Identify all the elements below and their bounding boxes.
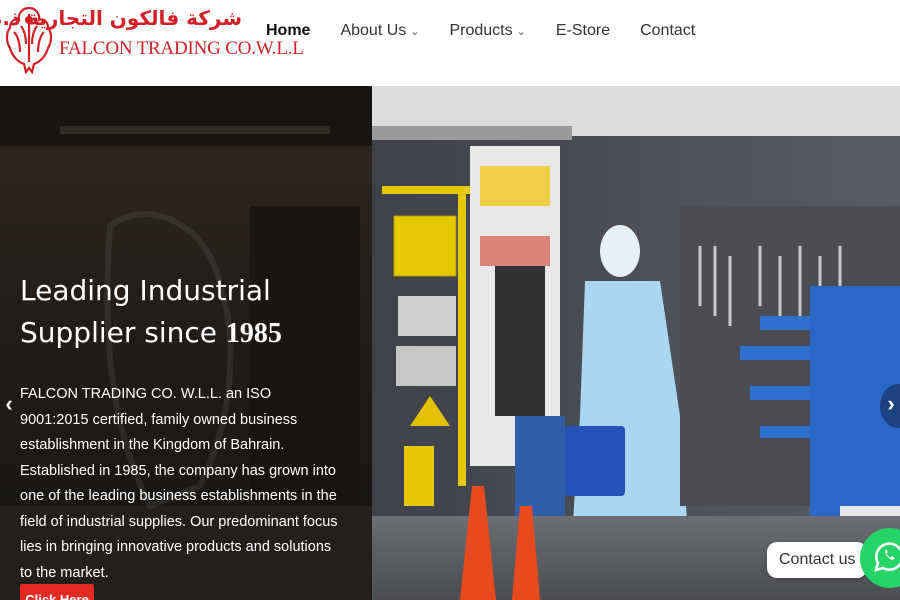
whatsapp-icon[interactable] <box>856 528 900 588</box>
nav-item-home[interactable]: Home <box>266 22 310 40</box>
nav-item-about-us[interactable]: About Us ⌄ <box>340 22 419 40</box>
nav-item-label: Contact <box>640 22 696 39</box>
hero-heading-line-2: Supplier since 1985 <box>20 312 282 355</box>
nav-item-products[interactable]: Products ⌄ <box>449 22 525 40</box>
hero-description: FALCON TRADING CO. W.L.L. an ISO 9001:20… <box>20 386 338 581</box>
chevron-left-icon[interactable]: ‹ <box>0 384 18 424</box>
brand-english-name: FALCON TRADING CO.W.L.L <box>59 38 304 59</box>
brand-arabic-name: شركة فالكون التجارية ذ.م.م <box>0 6 242 30</box>
hero-heading: Leading Industrial Supplier since 1985 <box>20 270 282 355</box>
hero-heading-line-1: Leading Industrial <box>20 274 271 307</box>
hero-heading-prefix: Supplier since <box>20 316 226 349</box>
site-header: شركة فالكون التجارية ذ.م.م FALCON TRADIN… <box>0 0 900 86</box>
hero-heading-year: 1985 <box>225 318 282 349</box>
nav-item-label: Home <box>266 22 311 39</box>
nav-item-label: About Us <box>340 22 407 39</box>
chevron-down-icon: ⌄ <box>516 25 526 38</box>
main-nav: Home About Us ⌄ Products ⌄ E-Store Conta… <box>266 22 695 40</box>
chevron-down-icon: ⌄ <box>410 25 420 38</box>
click-here-button[interactable]: Click Here <box>20 584 94 600</box>
nav-item-label: E-Store <box>555 22 611 39</box>
chevron-right-icon[interactable]: › <box>882 384 900 424</box>
nav-item-contact[interactable]: Contact <box>640 22 695 40</box>
contact-us-label[interactable]: Contact us <box>767 542 868 578</box>
hero-slider: Leading Industrial Supplier since 1985 F… <box>0 86 900 600</box>
nav-item-e-store[interactable]: E-Store <box>556 22 610 40</box>
nav-item-label: Products <box>449 22 513 39</box>
brand-logo[interactable]: شركة فالكون التجارية ذ.م.م FALCON TRADIN… <box>0 2 304 82</box>
